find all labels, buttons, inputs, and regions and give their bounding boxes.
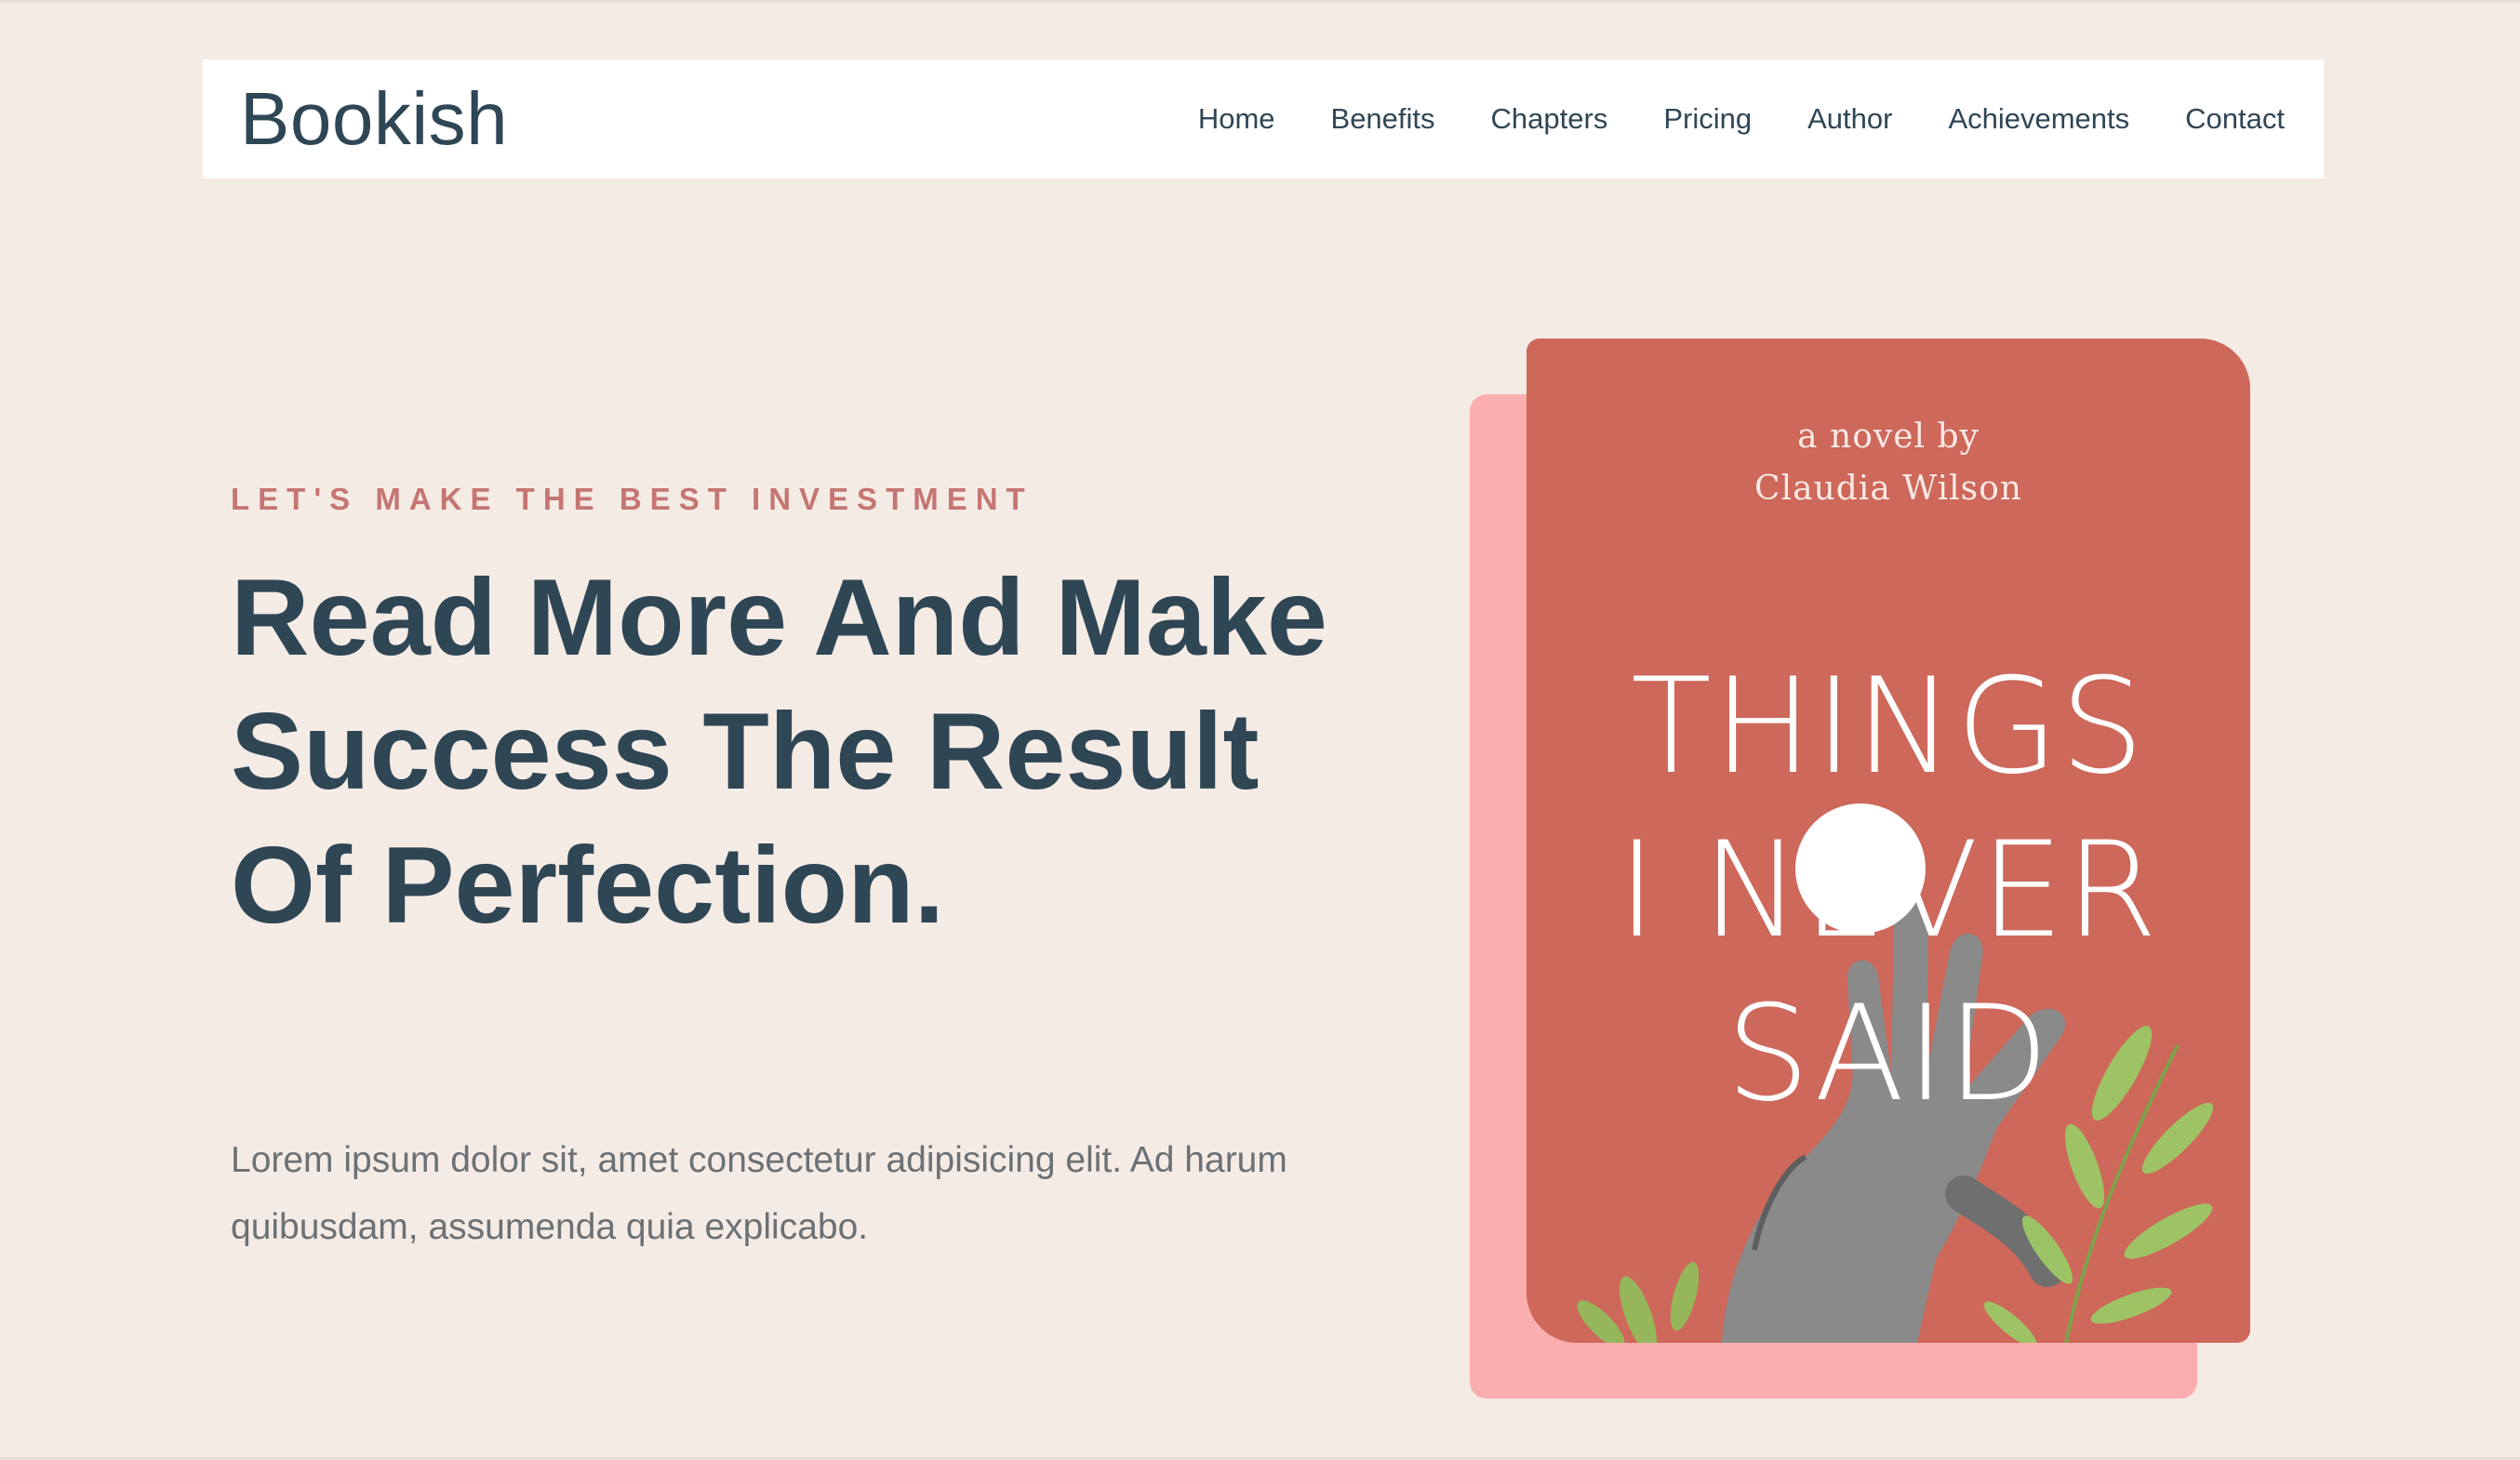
navbar: Bookish Home Benefits Chapters Pricing A… — [203, 60, 2324, 179]
page: Bookish Home Benefits Chapters Pricing A… — [0, 0, 2520, 1460]
hero-eyebrow: LET'S MAKE THE BEST INVESTMENT — [231, 482, 1033, 516]
nav-link-chapters[interactable]: Chapters — [1491, 102, 1608, 136]
book-title-line-1: THINGS — [1631, 650, 2146, 803]
book-byline-prefix: a novel by — [1797, 418, 1980, 456]
site-logo[interactable]: Bookish — [240, 76, 508, 162]
nav-link-achievements[interactable]: Achievements — [1948, 102, 2129, 136]
hero-headline: Read More And Make Success The Result Of… — [231, 556, 1327, 946]
leaf-illustration-icon — [1577, 1262, 1700, 1343]
top-divider — [0, 0, 2520, 3]
nav-link-author[interactable]: Author — [1807, 102, 1892, 136]
nav-links: Home Benefits Chapters Pricing Author Ac… — [1142, 102, 2285, 136]
nav-link-home[interactable]: Home — [1198, 102, 1275, 136]
nav-link-benefits[interactable]: Benefits — [1331, 102, 1435, 136]
nav-link-contact[interactable]: Contact — [2185, 102, 2285, 136]
book-byline: a novel by Claudia Wilson — [1527, 411, 2250, 515]
nav-link-pricing[interactable]: Pricing — [1663, 102, 1752, 136]
cursor-indicator — [1795, 803, 1926, 934]
book-author-name: Claudia Wilson — [1754, 470, 2022, 508]
book-title-line-3: SAID — [1726, 977, 2051, 1131]
hero-description: Lorem ipsum dolor sit, amet consectetur … — [231, 1140, 1287, 1247]
